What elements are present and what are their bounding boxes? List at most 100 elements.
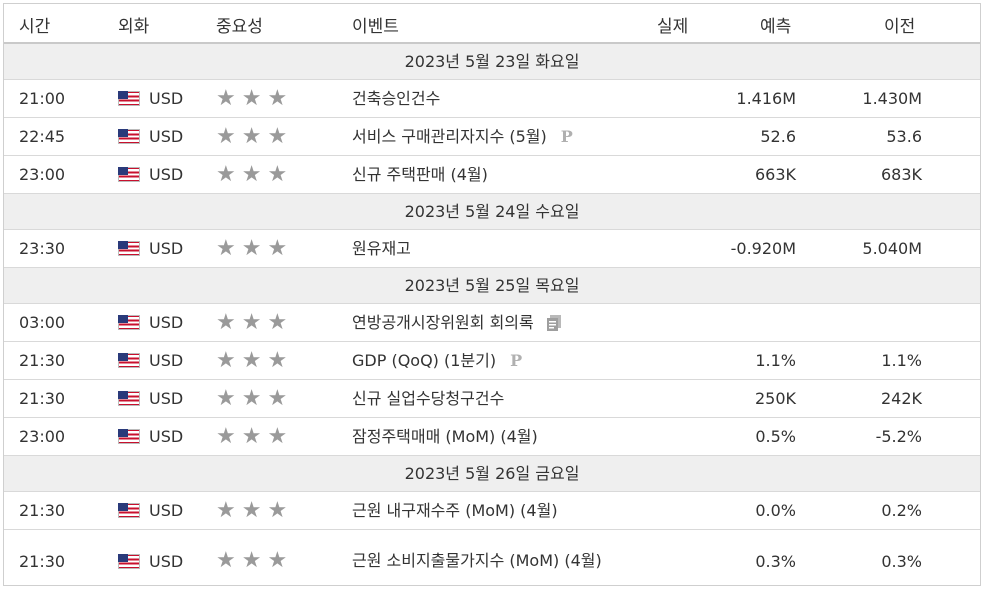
table-header: 시간 외화 중요성 이벤트 실제 예측 이전 — [4, 4, 980, 44]
actual-value — [604, 230, 696, 267]
us-flag-icon — [118, 429, 140, 444]
star-icon: ★ — [267, 347, 288, 373]
previous-value: 0.3% — [881, 551, 922, 571]
event-cell: 잠정주택매매 (MoM) (4월) — [352, 418, 632, 455]
event-name[interactable]: 신규 실업수당청구건수 — [352, 387, 504, 411]
star-icon: ★ — [267, 497, 288, 523]
currency-cell: USD — [118, 380, 183, 417]
star-icon: ★ — [216, 548, 236, 573]
importance-stars: ★ ★ ★ — [216, 380, 287, 417]
event-name[interactable]: 원유재고 — [352, 237, 411, 261]
forecast-value: 0.3% — [755, 551, 796, 571]
event-name[interactable]: 근원 내구재수주 (MoM) (4월) — [352, 499, 558, 523]
event-name[interactable]: 서비스 구매관리자지수 (5월) — [352, 125, 547, 149]
day-header-row: 2023년 5월 25일 목요일 — [4, 268, 980, 304]
us-flag-icon — [118, 241, 140, 256]
table-row[interactable]: 21:00 USD ★ ★ ★ 건축승인건수 1.416M 1.430M — [4, 80, 980, 118]
star-icon: ★ — [267, 385, 288, 411]
event-name[interactable]: 근원 소비지출물가지수 (MoM) (4월) — [352, 549, 602, 573]
event-name[interactable]: 잠정주택매매 (MoM) (4월) — [352, 425, 538, 449]
forecast-value: -0.920M — [730, 239, 796, 258]
us-flag-icon — [118, 129, 140, 144]
table-row[interactable]: 21:30 USD ★ ★ ★ 신규 실업수당청구건수 250K 242K — [4, 380, 980, 418]
currency-cell: USD — [118, 80, 183, 117]
currency-cell: USD — [118, 230, 183, 267]
star-icon: ★ — [267, 85, 288, 111]
header-event[interactable]: 이벤트 — [352, 12, 399, 37]
currency-code: USD — [149, 351, 184, 370]
table-row[interactable]: 21:30 USD ★ ★ ★ 근원 소비지출물가지수 (MoM) (4월) 0.3% 0.3… — [4, 530, 980, 585]
star-icon: ★ — [241, 235, 262, 261]
importance-stars: ★ ★ ★ — [216, 492, 287, 529]
star-icon: ★ — [267, 423, 288, 449]
star-icon: ★ — [241, 385, 262, 411]
star-icon: ★ — [216, 161, 236, 187]
forecast-value: 1.416M — [736, 89, 796, 108]
currency-cell: USD — [118, 418, 183, 455]
table-row[interactable]: 23:00 USD ★ ★ ★ 잠정주택매매 (MoM) (4월) 0.5% -5.2% — [4, 418, 980, 456]
preliminary-icon: P — [510, 350, 523, 370]
header-currency[interactable]: 외화 — [118, 12, 149, 37]
currency-code: USD — [149, 427, 184, 446]
event-cell: 원유재고 — [352, 230, 632, 267]
event-cell: 신규 실업수당청구건수 — [352, 380, 632, 417]
table-row[interactable]: 21:30 USD ★ ★ ★ 근원 내구재수주 (MoM) (4월) 0.0% 0.2% — [4, 492, 980, 530]
previous-value: 5.040M — [862, 239, 922, 258]
event-cell: 근원 내구재수주 (MoM) (4월) — [352, 492, 632, 529]
star-icon: ★ — [216, 309, 236, 335]
event-name[interactable]: 건축승인건수 — [352, 87, 440, 111]
currency-cell: USD — [118, 492, 183, 529]
forecast-value: 0.5% — [755, 427, 796, 446]
actual-value — [604, 530, 696, 585]
flag-canton — [118, 167, 128, 175]
header-importance[interactable]: 중요성 — [216, 12, 263, 37]
actual-value — [604, 304, 696, 341]
day-header-row: 2023년 5월 23일 화요일 — [4, 44, 980, 80]
event-name[interactable]: 신규 주택판매 (4월) — [352, 163, 488, 187]
importance-stars: ★ ★ ★ — [216, 230, 287, 267]
header-actual[interactable]: 실제 — [657, 12, 688, 37]
star-icon: ★ — [216, 497, 236, 523]
header-forecast[interactable]: 예측 — [760, 12, 791, 37]
event-time: 21:30 — [19, 389, 66, 408]
header-previous[interactable]: 이전 — [884, 12, 915, 37]
previous-value: 1.430M — [862, 89, 922, 108]
forecast-value: 1.1% — [755, 351, 796, 370]
importance-stars: ★ ★ ★ — [216, 304, 287, 341]
previous-value — [830, 304, 922, 341]
table-row[interactable]: 23:00 USD ★ ★ ★ 신규 주택판매 (4월) 663K 683K — [4, 156, 980, 194]
star-icon: ★ — [267, 309, 288, 335]
event-name[interactable]: GDP (QoQ) (1분기) — [352, 349, 496, 373]
event-time: 21:30 — [19, 351, 66, 370]
star-icon: ★ — [216, 235, 236, 261]
actual-value — [604, 80, 696, 117]
star-icon: ★ — [267, 548, 288, 573]
star-icon: ★ — [241, 85, 262, 111]
star-icon: ★ — [267, 161, 288, 187]
event-name[interactable]: 연방공개시장위원회 회의록 — [352, 311, 534, 335]
us-flag-icon — [118, 553, 140, 569]
event-cell: GDP (QoQ) (1분기) P — [352, 342, 632, 379]
event-cell: 신규 주택판매 (4월) — [352, 156, 632, 193]
star-icon: ★ — [267, 235, 288, 261]
currency-cell: USD — [118, 530, 184, 585]
table-row[interactable]: 03:00 USD ★ ★ ★ 연방공개시장위원회 회의록 — [4, 304, 980, 342]
star-icon: ★ — [241, 123, 262, 149]
header-time[interactable]: 시간 — [19, 12, 50, 37]
flag-canton — [118, 91, 128, 99]
document-icon[interactable] — [546, 314, 562, 332]
table-row[interactable]: 23:30 USD ★ ★ ★ 원유재고 -0.920M 5.040M — [4, 230, 980, 268]
currency-code: USD — [149, 389, 184, 408]
table-row[interactable]: 22:45 USD ★ ★ ★ 서비스 구매관리자지수 (5월) P 52.6 53.6 — [4, 118, 980, 156]
table-row[interactable]: 21:30 USD ★ ★ ★ GDP (QoQ) (1분기) P 1.1% 1.1% — [4, 342, 980, 380]
previous-value: 1.1% — [881, 351, 922, 370]
currency-cell: USD — [118, 156, 183, 193]
actual-value — [604, 418, 696, 455]
currency-code: USD — [149, 551, 184, 571]
event-cell: 건축승인건수 — [352, 80, 632, 117]
previous-value: -5.2% — [875, 427, 922, 446]
currency-code: USD — [149, 89, 184, 108]
event-cell: 연방공개시장위원회 회의록 — [352, 304, 632, 341]
actual-value — [604, 118, 696, 155]
calendar-body: 2023년 5월 23일 화요일 21:00 USD ★ ★ ★ 건축승인건수 1.416M 1… — [4, 44, 980, 585]
